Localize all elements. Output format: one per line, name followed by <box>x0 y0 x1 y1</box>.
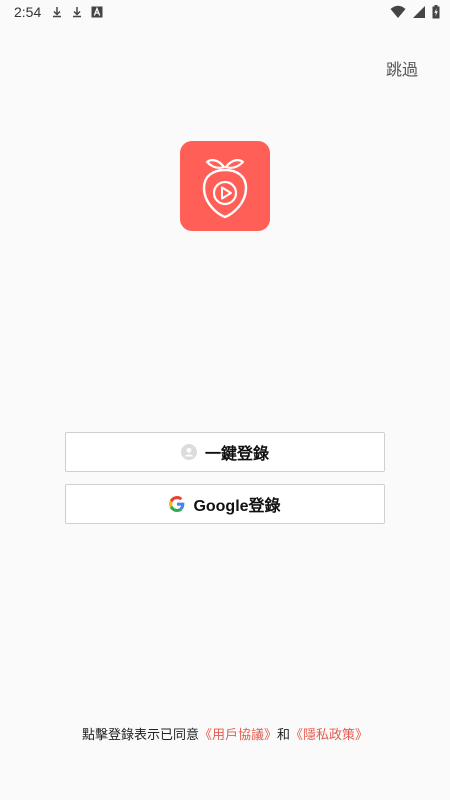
status-icons-left <box>51 6 103 18</box>
battery-charging-icon <box>432 5 440 19</box>
user-circle-icon <box>180 444 197 460</box>
user-agreement-link[interactable]: 《用戶協議》 <box>199 728 277 743</box>
agreement-and: 和 <box>277 728 291 743</box>
wifi-icon <box>390 5 406 19</box>
one-click-login-label: 一鍵登錄 <box>204 446 269 463</box>
one-click-login-button[interactable]: 一鍵登錄 <box>65 432 385 472</box>
google-login-label: Google登錄 <box>193 498 281 515</box>
google-login-button[interactable]: Google登錄 <box>65 484 385 524</box>
agreement-prefix: 點擊登錄表示已同意 <box>81 728 199 743</box>
status-left: 2:54 <box>14 4 103 20</box>
strawberry-play-icon <box>202 159 248 219</box>
status-time: 2:54 <box>14 4 42 20</box>
privacy-policy-link[interactable]: 《隱私政策》 <box>290 728 368 743</box>
accessibility-a-icon <box>91 6 103 18</box>
status-icons-right <box>390 5 440 19</box>
download-icon <box>71 6 83 18</box>
download-icon <box>51 6 63 18</box>
google-g-icon <box>169 496 185 512</box>
cell-signal-icon <box>412 5 426 19</box>
app-logo <box>180 141 270 231</box>
agreement-text: 點擊登錄表示已同意《用戶協議》和《隱私政策》 <box>0 724 450 743</box>
status-bar: 2:54 <box>0 0 450 24</box>
skip-button[interactable]: 跳過 <box>386 56 418 80</box>
